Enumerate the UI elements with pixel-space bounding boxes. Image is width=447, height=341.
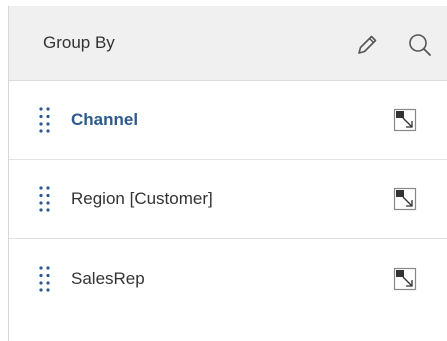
pencil-icon[interactable] xyxy=(354,32,380,58)
list-item-channel[interactable]: Channel xyxy=(9,81,447,160)
expand-icon[interactable] xyxy=(393,267,417,291)
list-item-label: SalesRep xyxy=(71,268,145,288)
search-icon[interactable] xyxy=(407,32,433,58)
panel-header: Group By xyxy=(9,6,447,81)
expand-icon[interactable] xyxy=(393,108,417,132)
drag-handle-icon[interactable] xyxy=(39,107,51,133)
list-item-label: Region [Customer] xyxy=(71,189,213,208)
list-item-label: Channel xyxy=(71,110,139,129)
list-item-region[interactable]: Region [Customer] xyxy=(9,160,447,239)
panel-title: Group By xyxy=(43,33,115,52)
list-item-salesrep[interactable]: SalesRep xyxy=(9,239,447,318)
group-by-panel: Group By Channel Region [Customer] Sales… xyxy=(8,6,447,341)
expand-icon[interactable] xyxy=(393,187,417,211)
drag-handle-icon[interactable] xyxy=(39,186,51,212)
drag-handle-icon[interactable] xyxy=(39,265,51,292)
